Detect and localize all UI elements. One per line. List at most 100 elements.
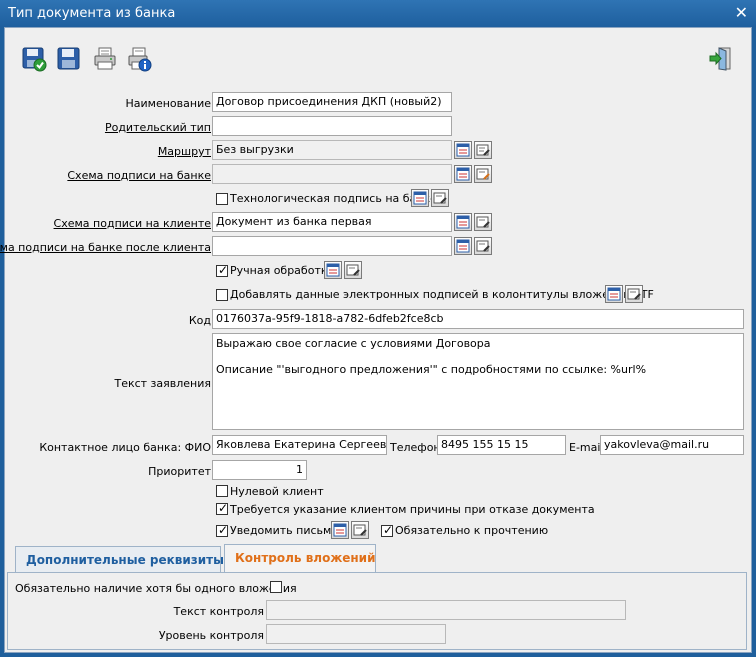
phone-label: Телефон bbox=[390, 441, 441, 454]
attach-required-label: Обязательно наличие хотя бы одного вложе… bbox=[15, 582, 297, 595]
route-select-button[interactable] bbox=[454, 141, 472, 159]
refusal-reason-label: Требуется указание клиентом причины при … bbox=[230, 503, 595, 516]
add-signatures-label: Добавлять данные электронных подписей в … bbox=[230, 288, 654, 301]
list-select-icon bbox=[333, 523, 347, 537]
statement-line-1: Выражаю свое согласие с условиями Догово… bbox=[216, 337, 491, 350]
client-sign-scheme-input[interactable]: Документ из банка первая bbox=[212, 212, 452, 232]
attachment-control-panel: Обязательно наличие хотя бы одного вложе… bbox=[7, 572, 747, 650]
statement-label: Текст заявления bbox=[114, 377, 211, 390]
edit-card-icon bbox=[476, 216, 490, 228]
print-button[interactable] bbox=[92, 46, 118, 72]
checkmark-icon: ✓ bbox=[218, 501, 229, 515]
exit-icon bbox=[709, 47, 731, 71]
print-info-button[interactable] bbox=[126, 46, 152, 72]
statement-line-2: Описание "'выгодного предложения'" с под… bbox=[216, 363, 647, 376]
bank-sign-scheme-link[interactable]: Схема подписи на банке bbox=[67, 169, 211, 182]
save-check-icon bbox=[22, 47, 47, 72]
edit-card-icon bbox=[476, 144, 490, 156]
zero-client-label: Нулевой клиент bbox=[230, 485, 324, 498]
notify-by-letter-checkbox[interactable]: ✓ bbox=[216, 523, 229, 537]
control-text-label: Текст контроля bbox=[173, 605, 264, 618]
priority-label: Приоритет bbox=[148, 465, 211, 478]
client-sign-select-button[interactable] bbox=[454, 213, 472, 231]
client-sign-scheme-link[interactable]: Схема подписи на клиенте bbox=[54, 217, 211, 230]
manual-processing-label: Ручная обработка bbox=[230, 264, 335, 277]
mandatory-read-checkbox[interactable]: ✓ bbox=[381, 523, 394, 537]
list-select-icon bbox=[607, 287, 621, 301]
control-level-label: Уровень контроля bbox=[158, 629, 264, 642]
client-sign-open-button[interactable] bbox=[474, 213, 492, 231]
window-title: Тип документа из банка bbox=[8, 6, 176, 21]
phone-input[interactable]: 8495 155 15 15 bbox=[437, 435, 566, 455]
contact-label: Контактное лицо банка: ФИО bbox=[39, 441, 211, 454]
notify-open-button[interactable] bbox=[351, 521, 369, 539]
notify-by-letter-label: Уведомить письмом bbox=[230, 524, 347, 537]
statement-textarea[interactable]: Выражаю свое согласие с условиями Догово… bbox=[212, 333, 744, 430]
bank-after-client-select-button[interactable] bbox=[454, 237, 472, 255]
print-info-icon bbox=[128, 47, 152, 72]
exit-button[interactable] bbox=[708, 46, 734, 72]
route-input[interactable]: Без выгрузки bbox=[212, 140, 452, 160]
priority-input[interactable]: 1 bbox=[212, 460, 307, 480]
edit-card-icon bbox=[476, 168, 490, 180]
bank-after-client-link[interactable]: Схема подписи на банке после клиента bbox=[0, 241, 211, 254]
print-icon bbox=[94, 47, 116, 70]
add-signatures-open-button[interactable] bbox=[625, 285, 643, 303]
tech-sign-label: Технологическая подпись на банке bbox=[230, 192, 437, 205]
edit-card-icon bbox=[346, 264, 360, 276]
manual-processing-checkbox[interactable]: ✓ bbox=[216, 263, 229, 277]
bank-after-client-open-button[interactable] bbox=[474, 237, 492, 255]
edit-card-icon bbox=[433, 192, 447, 204]
contact-input[interactable]: Яковлева Екатерина Сергеевна bbox=[212, 435, 387, 455]
email-input[interactable]: yakovleva@mail.ru bbox=[600, 435, 744, 455]
zero-client-checkbox[interactable] bbox=[216, 485, 228, 497]
tab-additional-details[interactable]: Дополнительные реквизиты bbox=[15, 546, 224, 572]
manual-select-button[interactable] bbox=[324, 261, 342, 279]
save-and-close-button[interactable] bbox=[21, 46, 47, 72]
route-link[interactable]: Маршрут bbox=[158, 145, 211, 158]
parent-type-link[interactable]: Родительский тип bbox=[105, 121, 211, 134]
edit-card-icon bbox=[476, 240, 490, 252]
mandatory-read-label: Обязательно к прочтению bbox=[395, 524, 549, 537]
tech-sign-open-button[interactable] bbox=[431, 189, 449, 207]
edit-card-icon bbox=[627, 288, 641, 300]
checkmark-icon: ✓ bbox=[218, 523, 229, 537]
close-icon[interactable]: ✕ bbox=[735, 3, 748, 22]
save-button[interactable] bbox=[56, 46, 82, 72]
list-select-icon bbox=[326, 263, 340, 277]
tech-sign-select-button[interactable] bbox=[411, 189, 429, 207]
refusal-reason-checkbox[interactable]: ✓ bbox=[216, 501, 229, 515]
title-bar: Тип документа из банка ✕ bbox=[0, 0, 756, 27]
list-select-icon bbox=[456, 143, 470, 157]
list-select-icon bbox=[413, 191, 427, 205]
name-input[interactable]: Договор присоединения ДКП (новый2) bbox=[212, 92, 452, 112]
save-icon bbox=[57, 47, 80, 70]
add-signatures-select-button[interactable] bbox=[605, 285, 623, 303]
code-label: Код bbox=[188, 314, 211, 327]
checkmark-icon: ✓ bbox=[218, 263, 229, 277]
dialog-window: Тип документа из банка ✕ Наименование До… bbox=[0, 0, 756, 657]
name-label: Наименование bbox=[125, 97, 211, 110]
manual-open-button[interactable] bbox=[344, 261, 362, 279]
tab-attachment-control[interactable]: Контроль вложений bbox=[224, 544, 376, 574]
bank-sign-scheme-input[interactable] bbox=[212, 164, 452, 184]
edit-card-icon bbox=[353, 524, 367, 536]
code-input[interactable]: 0176037a-95f9-1818-a782-6dfeb2fce8cb bbox=[212, 309, 744, 329]
control-text-input[interactable] bbox=[266, 600, 626, 620]
tech-sign-checkbox[interactable] bbox=[216, 193, 228, 205]
email-label: E-mail bbox=[569, 441, 604, 454]
notify-select-button[interactable] bbox=[331, 521, 349, 539]
list-select-icon bbox=[456, 215, 470, 229]
dialog-client-area: Наименование Договор присоединения ДКП (… bbox=[0, 27, 752, 653]
list-select-icon bbox=[456, 239, 470, 253]
checkmark-icon: ✓ bbox=[383, 523, 394, 537]
bank-sign-open-button[interactable] bbox=[474, 165, 492, 183]
bank-after-client-input[interactable] bbox=[212, 236, 452, 256]
route-open-button[interactable] bbox=[474, 141, 492, 159]
list-select-icon bbox=[456, 167, 470, 181]
parent-type-input[interactable] bbox=[212, 116, 452, 136]
attach-required-checkbox[interactable] bbox=[270, 581, 282, 593]
bank-sign-select-button[interactable] bbox=[454, 165, 472, 183]
add-signatures-checkbox[interactable] bbox=[216, 289, 228, 301]
control-level-input[interactable] bbox=[266, 624, 446, 644]
